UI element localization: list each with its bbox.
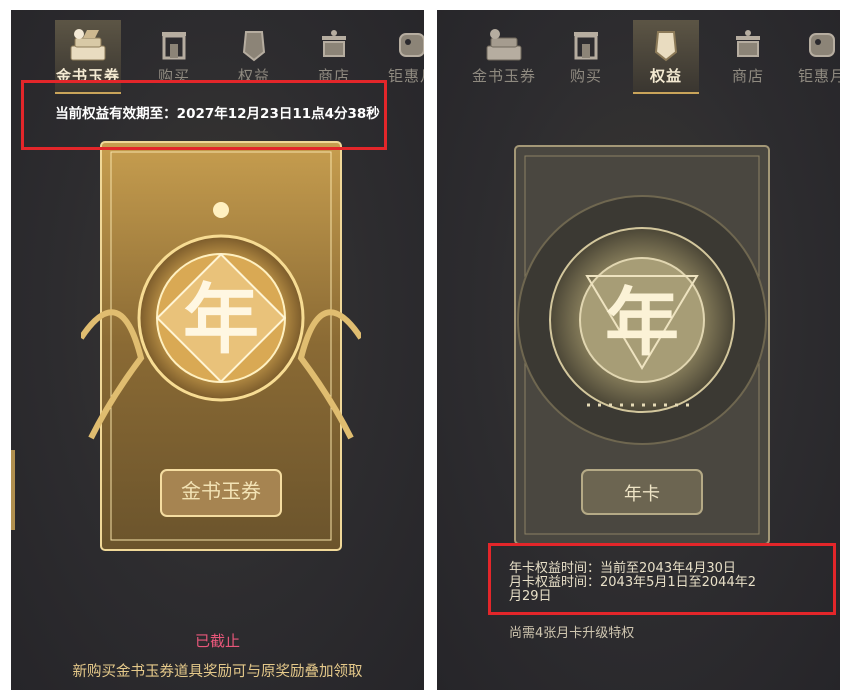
tab-label: 购买 xyxy=(569,67,602,85)
right-tab-bar: 金书玉券 购买 权益 商店 钜惠月 xyxy=(437,10,840,94)
shield-badge-icon xyxy=(242,31,266,62)
discount-tag-icon xyxy=(809,33,835,57)
ticket-books-icon xyxy=(70,29,106,61)
tab-label: 钜惠月 xyxy=(797,67,840,85)
store-basket-icon xyxy=(322,30,346,57)
highlight-box-expiry xyxy=(21,80,387,150)
upgrade-requirement-text: 尚需4张月卡升级特权 xyxy=(509,626,635,641)
tab-rights[interactable]: 权益 xyxy=(633,20,699,94)
tab-label: 权益 xyxy=(649,67,682,85)
ticket-books-icon xyxy=(486,29,522,61)
tab-buy[interactable]: 购买 xyxy=(553,20,619,92)
discount-tag-icon xyxy=(399,33,424,57)
shop-gate-icon xyxy=(162,32,186,60)
card-plate-label: 金书玉券 xyxy=(181,479,261,503)
side-scroll-handle[interactable] xyxy=(11,450,15,530)
shield-badge-icon xyxy=(654,31,678,62)
stacking-notice-text: 新购买金书玉券道具奖励可与原奖励叠加领取 xyxy=(72,664,363,680)
tab-monthly-discount[interactable]: 钜惠月 xyxy=(789,20,840,92)
highlight-box-rights xyxy=(488,543,836,615)
card-emblem-char: 年 xyxy=(183,275,259,364)
card-plate-label: 年卡 xyxy=(624,484,660,505)
tab-jinshu-yuquan[interactable]: 金书玉券 xyxy=(471,20,537,92)
card-emblem-char: 年 xyxy=(605,280,679,366)
tab-label: 商店 xyxy=(731,67,764,85)
store-basket-icon xyxy=(736,30,760,57)
tab-store[interactable]: 商店 xyxy=(715,20,781,92)
tab-label: 金书玉券 xyxy=(471,67,536,85)
status-ended-text: 已截止 xyxy=(194,632,240,650)
shop-gate-icon xyxy=(574,32,598,60)
